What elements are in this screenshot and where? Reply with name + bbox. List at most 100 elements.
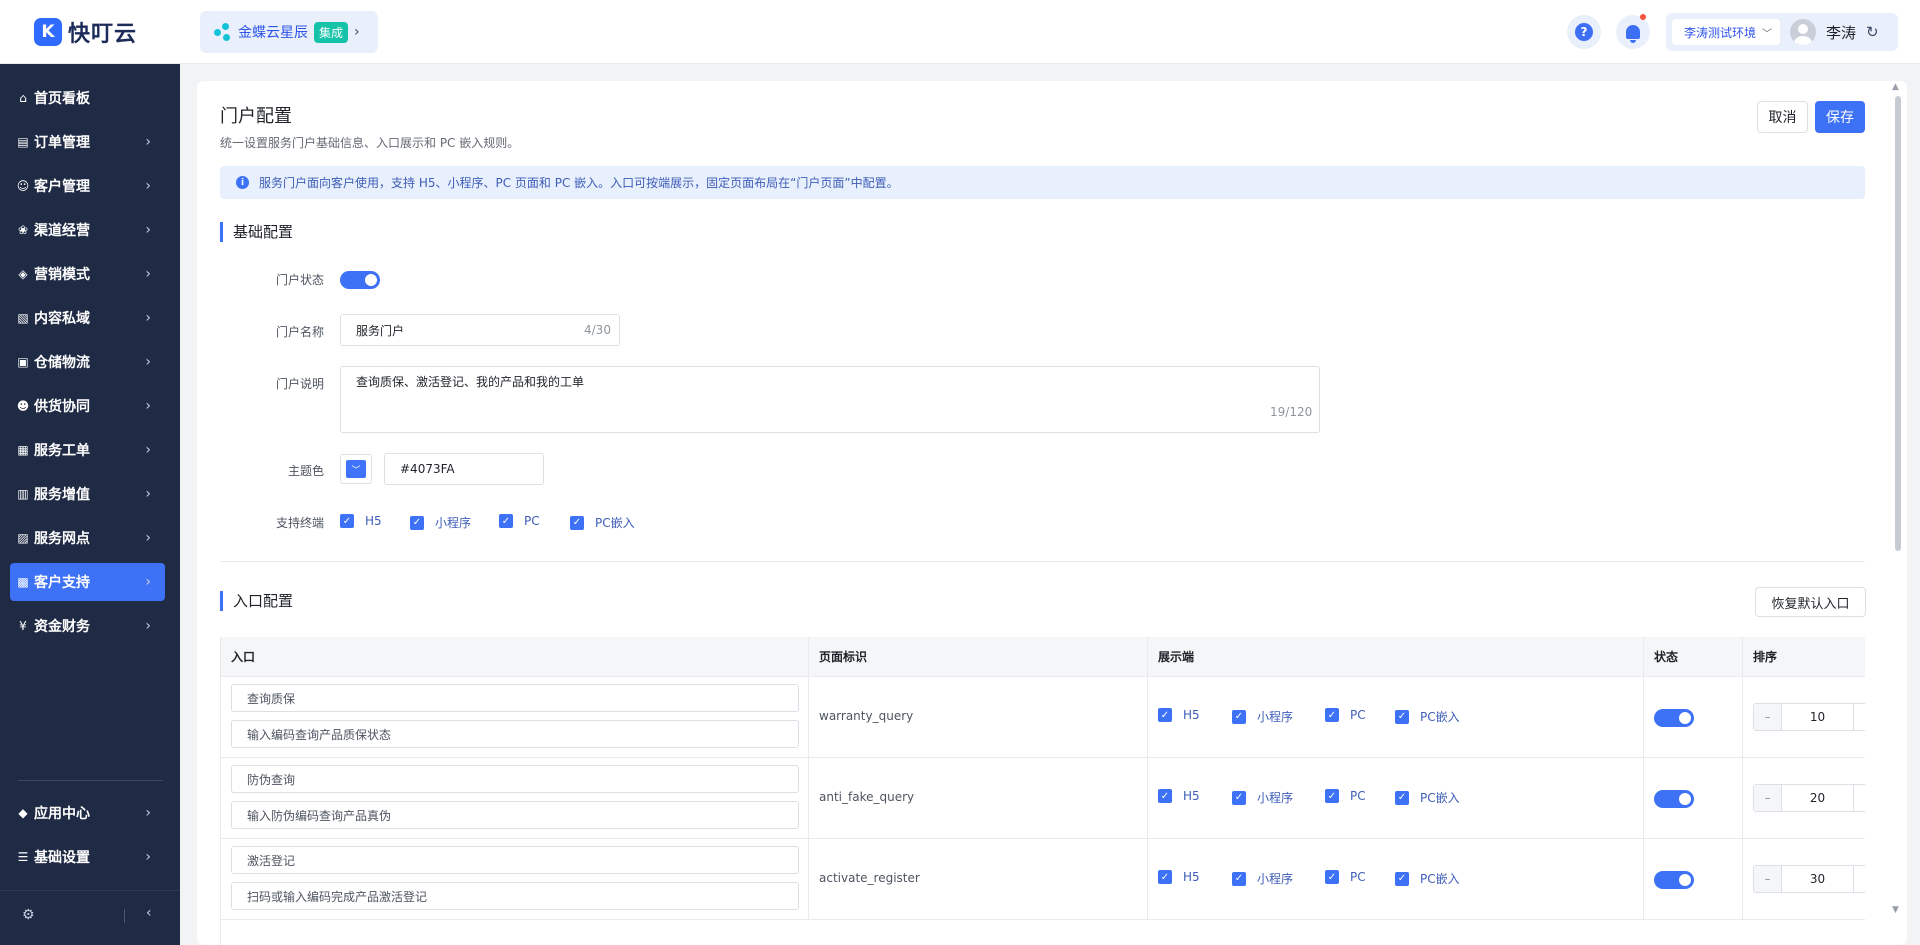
sort-value[interactable]: 10 <box>1782 704 1854 730</box>
footer-separator <box>124 909 125 923</box>
checkbox-label: H5 <box>1183 870 1200 884</box>
app-logo[interactable]: K 快叮云 <box>34 16 137 48</box>
entry-name-input[interactable]: 查询质保 <box>231 684 799 712</box>
terminal-checkbox[interactable]: ✓ PC <box>499 514 540 528</box>
sidebar-footer: ⚙ ‹ <box>0 890 180 945</box>
portal-desc-textarea[interactable]: 查询质保、激活登记、我的产品和我的工单 <box>340 366 1320 433</box>
terminal-checkbox[interactable]: ✓ H5 <box>340 514 382 528</box>
sidebar-item[interactable]: ◈ 营销模式 › <box>10 255 165 293</box>
row-terminal-checkbox[interactable]: ✓ H5 <box>1158 870 1200 884</box>
chevron-down-icon: ﹀ <box>1762 28 1773 40</box>
scroll-down-icon[interactable]: ▼ <box>1892 905 1899 915</box>
basic-section-title: 基础配置 <box>220 222 293 242</box>
sidebar-item[interactable]: ☰ 基础设置 › <box>10 838 165 876</box>
help-button[interactable]: ? <box>1567 15 1601 49</box>
sidebar-item[interactable]: ◆ 应用中心 › <box>10 794 165 832</box>
environment-select[interactable]: 李涛测试环境 ﹀ <box>1672 19 1781 45</box>
entry-status-switch[interactable] <box>1654 871 1694 889</box>
gear-icon[interactable]: ⚙ <box>22 907 35 923</box>
sort-stepper[interactable]: –20 <box>1753 784 1865 812</box>
scrollbar-thumb[interactable] <box>1895 96 1901 551</box>
sidebar-item[interactable]: ▩ 客户支持 › <box>10 563 165 601</box>
terminal-checkbox[interactable]: ✓ PC嵌入 <box>570 514 635 531</box>
sort-value[interactable]: 20 <box>1782 785 1854 811</box>
row-terminal-checkbox[interactable]: ✓ PC嵌入 <box>1395 708 1460 725</box>
sidebar-item[interactable]: ⌂ 首页看板 <box>10 79 165 117</box>
sidebar-item[interactable]: ☺ 客户管理 › <box>10 167 165 205</box>
sidebar-item[interactable]: ▨ 服务网点 › <box>10 519 165 557</box>
table-row: 激活登记 扫码或输入编码完成产品激活登记 activate_register ✓ H5 ✓… <box>221 839 1865 920</box>
column-header: 状态 <box>1644 637 1743 677</box>
chevron-right-icon: › <box>145 849 151 865</box>
chevron-right-icon: › <box>354 24 360 40</box>
portal-name-input[interactable]: 服务门户 <box>340 314 620 346</box>
status-cell <box>1644 758 1743 839</box>
sidebar-item-label: 订单管理 <box>34 135 90 151</box>
chevron-right-icon: › <box>145 222 151 238</box>
sidebar-item[interactable]: ▤ 订单管理 › <box>10 123 165 161</box>
scroll-up-icon[interactable]: ▲ <box>1892 82 1899 92</box>
check-icon: ✓ <box>1158 708 1172 722</box>
sidebar-item[interactable]: ▦ 服务工单 › <box>10 431 165 469</box>
page-key: warranty_query <box>819 709 914 723</box>
entry-name-input[interactable]: 激活登记 <box>231 846 799 874</box>
sidebar-item[interactable]: ▣ 仓储物流 › <box>10 343 165 381</box>
row-terminal-checkbox[interactable]: ✓ PC <box>1325 708 1366 722</box>
order-icon: ▤ <box>17 135 29 149</box>
sort-stepper[interactable]: –10 <box>1753 703 1865 731</box>
help-icon: ? <box>1575 23 1593 41</box>
sidebar-item[interactable]: ☻ 供货协同 › <box>10 387 165 425</box>
save-button[interactable]: 保存 <box>1815 101 1865 133</box>
color-picker[interactable]: ﹀ <box>340 454 372 484</box>
portal-status-switch[interactable] <box>340 271 380 289</box>
sidebar-item[interactable]: ▥ 服务增值 › <box>10 475 165 513</box>
entry-status-switch[interactable] <box>1654 709 1694 727</box>
collapse-sidebar-icon[interactable]: ‹ <box>146 905 152 921</box>
entry-desc-input[interactable]: 扫码或输入编码完成产品激活登记 <box>231 882 799 910</box>
sort-value[interactable]: 30 <box>1782 866 1854 892</box>
theme-color-input[interactable]: #4073FA <box>384 453 544 485</box>
page-title: 门户配置 <box>220 106 292 127</box>
sidebar-item[interactable]: ❀ 渠道经营 › <box>10 211 165 249</box>
minus-icon[interactable]: – <box>1754 704 1782 730</box>
column-header: 展示端 <box>1148 637 1644 677</box>
entry-name-input[interactable]: 防伪查询 <box>231 765 799 793</box>
section-divider <box>220 561 1865 562</box>
user-name[interactable]: 李涛 <box>1826 22 1856 43</box>
avatar[interactable] <box>1790 19 1817 45</box>
cancel-button[interactable]: 取消 <box>1757 101 1808 133</box>
minus-icon[interactable]: – <box>1754 866 1782 892</box>
row-terminal-checkbox[interactable]: ✓ H5 <box>1158 708 1200 722</box>
minus-icon[interactable]: – <box>1754 785 1782 811</box>
entry-desc-input[interactable]: 输入防伪编码查询产品真伪 <box>231 801 799 829</box>
sort-stepper[interactable]: –30 <box>1753 865 1865 893</box>
entry-cell: 防伪查询输入防伪编码查询产品真伪 <box>221 758 809 839</box>
sidebar-item[interactable]: ¥ 资金财务 › <box>10 607 165 645</box>
refresh-icon[interactable]: ↻ <box>1866 23 1879 41</box>
table-row: 防伪查询 输入防伪编码查询产品真伪 anti_fake_query ✓ H5 ✓ 小程序 ✓ P… <box>221 758 1865 839</box>
sort-cell: –10 <box>1743 677 1865 758</box>
row-terminal-checkbox[interactable]: ✓ 小程序 <box>1232 789 1293 806</box>
logo-icon: K <box>34 18 62 46</box>
entry-table: 入口 页面标识 展示端 状态 排序 查询质保 输入编码查询产品质保状态 warran… <box>220 637 1865 945</box>
entry-status-switch[interactable] <box>1654 790 1694 808</box>
sidebar-item[interactable]: ▧ 内容私域 › <box>10 299 165 337</box>
reset-entries-button[interactable]: 恢复默认入口 <box>1755 587 1866 617</box>
app-name: 快叮云 <box>68 22 138 47</box>
row-terminal-checkbox[interactable]: ✓ H5 <box>1158 789 1200 803</box>
settings-icon: ☰ <box>17 850 29 864</box>
chevron-right-icon: › <box>145 310 151 326</box>
row-terminal-checkbox[interactable]: ✓ PC嵌入 <box>1395 789 1460 806</box>
sidebar-item-label: 客户管理 <box>34 179 90 195</box>
row-terminal-checkbox[interactable]: ✓ 小程序 <box>1232 870 1293 887</box>
page-subtitle: 统一设置服务门户基础信息、入口展示和 PC 嵌入规则。 <box>220 136 520 150</box>
terminal-checkbox[interactable]: ✓ 小程序 <box>410 514 471 531</box>
integration-switcher[interactable]: 金蝶云星辰 集成 › <box>200 11 378 53</box>
row-terminal-checkbox[interactable]: ✓ 小程序 <box>1232 708 1293 725</box>
notification-button[interactable] <box>1616 14 1650 49</box>
row-terminal-checkbox[interactable]: ✓ PC <box>1325 870 1366 884</box>
entry-desc-input[interactable]: 输入编码查询产品质保状态 <box>231 720 799 748</box>
check-icon: ✓ <box>1232 709 1246 724</box>
row-terminal-checkbox[interactable]: ✓ PC嵌入 <box>1395 870 1460 887</box>
row-terminal-checkbox[interactable]: ✓ PC <box>1325 789 1366 803</box>
